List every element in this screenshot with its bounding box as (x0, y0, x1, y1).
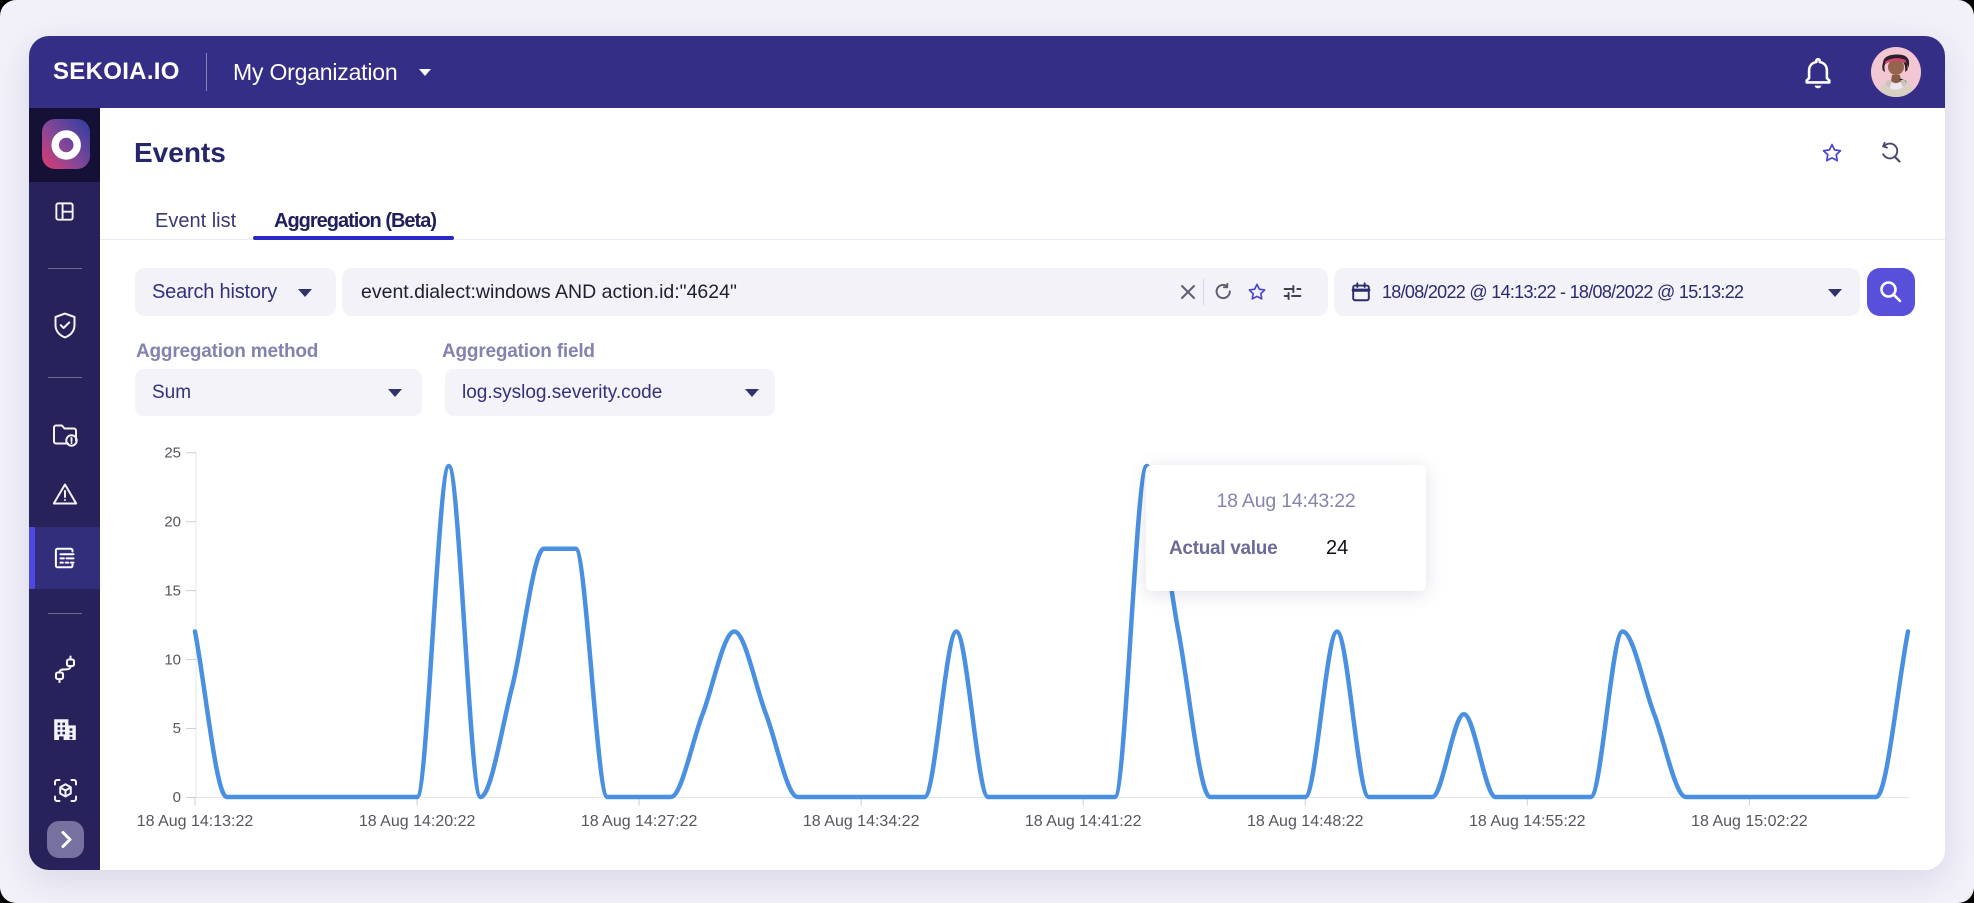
svg-text:18 Aug 14:55:22: 18 Aug 14:55:22 (1469, 813, 1586, 830)
svg-text:5: 5 (173, 720, 181, 737)
svg-text:0: 0 (173, 789, 181, 806)
svg-text:18 Aug 14:20:22: 18 Aug 14:20:22 (359, 813, 476, 830)
svg-text:18 Aug 14:34:22: 18 Aug 14:34:22 (803, 813, 920, 830)
svg-text:25: 25 (164, 444, 181, 461)
svg-text:18 Aug 15:02:22: 18 Aug 15:02:22 (1691, 813, 1808, 830)
svg-text:18 Aug 14:48:22: 18 Aug 14:48:22 (1247, 813, 1364, 830)
svg-text:15: 15 (164, 582, 181, 599)
svg-text:18 Aug 14:13:22: 18 Aug 14:13:22 (137, 813, 254, 830)
svg-text:10: 10 (164, 651, 181, 668)
svg-text:20: 20 (164, 513, 181, 530)
svg-text:18 Aug 14:27:22: 18 Aug 14:27:22 (581, 813, 698, 830)
svg-text:18 Aug 14:41:22: 18 Aug 14:41:22 (1025, 813, 1142, 830)
